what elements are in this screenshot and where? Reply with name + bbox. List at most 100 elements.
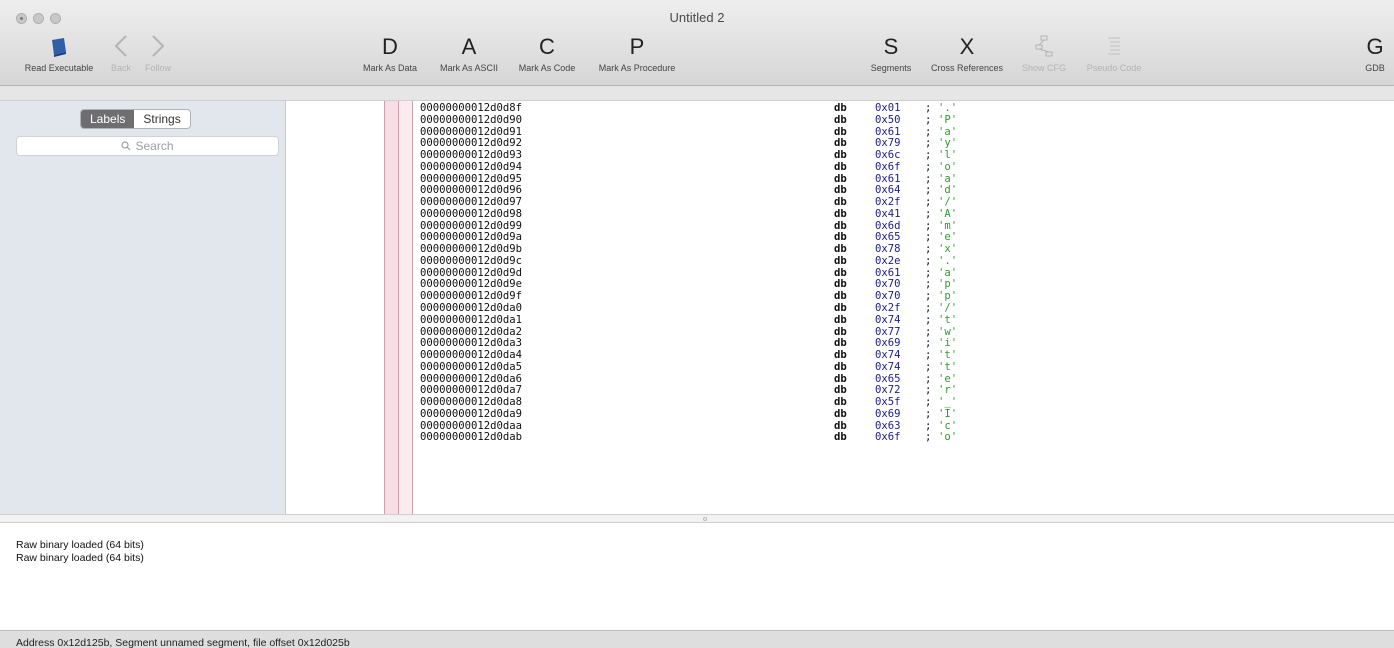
search-input[interactable]: Search — [16, 136, 279, 156]
listing-row[interactable]: 00000000012d0da4 db 0x74't'; — [420, 349, 1120, 362]
listing-row[interactable]: 00000000012d0d98 db 0x41 'A'; — [420, 207, 1120, 221]
window-toolbar: Untitled 2 Read Executable Back Follow D… — [0, 0, 1394, 86]
listing-row[interactable]: 00000000012d0d92 db 0x79'y'; — [420, 138, 1120, 150]
chevron-left-icon — [106, 34, 136, 60]
listing-value: 0x74 — [875, 313, 901, 326]
listing-directive: db — [834, 160, 847, 173]
listing-comment-separator: ; — [925, 102, 932, 114]
gdb-button[interactable]: G GDB — [1360, 34, 1390, 73]
segments-button[interactable]: S Segments — [862, 34, 920, 73]
chevron-right-icon — [139, 34, 177, 60]
listing-directive: db — [834, 407, 847, 420]
listing-row[interactable]: 00000000012d0d9d db 0x61'a'; — [420, 267, 1120, 280]
listing-row[interactable]: 00000000012d0d9c db 0x2e '.'; — [420, 254, 1120, 268]
listing-value: 0x74 — [875, 360, 901, 373]
listing-row[interactable]: 00000000012d0dab db 0x6f 'o'; — [420, 432, 1120, 444]
listing-row[interactable]: 00000000012d0da8 db 0x5f '_'; — [420, 396, 1120, 409]
back-button[interactable]: Back — [106, 34, 136, 73]
listing-comment-separator: ; — [925, 113, 932, 126]
listing-directive: db — [834, 254, 847, 267]
listing-directive: db — [834, 102, 847, 114]
listing-address: 00000000012d0d94 — [420, 160, 523, 173]
tab-strings[interactable]: Strings — [134, 110, 189, 128]
tab-labels[interactable]: Labels — [81, 110, 135, 128]
listing-row[interactable]: 00000000012d0d9b db 0x78'x'; — [420, 243, 1120, 256]
listing-row[interactable]: 00000000012d0d9f db 0x70'p'; — [420, 290, 1120, 303]
listing-comment-separator: ; — [925, 254, 932, 267]
mark-as-procedure-button[interactable]: P Mark As Procedure — [588, 34, 686, 73]
listing-comment-separator: ; — [925, 313, 932, 326]
console-line: Raw binary loaded (64 bits) — [16, 552, 144, 564]
listing-comment-separator: ; — [925, 431, 932, 444]
console-line: Raw binary loaded (64 bits) — [16, 539, 144, 551]
listing-char: 'P' — [938, 113, 958, 126]
listing-value: 0x6f — [875, 160, 901, 173]
listing-char: '.' — [938, 254, 958, 267]
listing-row[interactable]: 00000000012d0d95 db 0x61'a'; — [420, 173, 1120, 186]
listing-row[interactable]: 00000000012d0d8f db 0x01 '.'; — [420, 102, 1120, 115]
listing-address: 00000000012d0da1 — [420, 313, 523, 326]
listing-row[interactable]: 00000000012d0d90 db 0x50 'P'; — [420, 113, 1120, 127]
listing-row[interactable]: 00000000012d0da5 db 0x74 't'; — [420, 360, 1120, 374]
mark-as-data-button[interactable]: D Mark As Data — [354, 34, 426, 73]
listing-row[interactable]: 00000000012d0da6 db 0x65'e'; — [420, 373, 1120, 386]
search-icon — [121, 141, 131, 151]
procedure-icon: P — [629, 34, 645, 59]
listing-directive: db — [834, 207, 847, 220]
show-cfg-button[interactable]: Show CFG — [1016, 34, 1072, 73]
listing-comment-separator: ; — [925, 360, 932, 373]
listing-row[interactable]: 00000000012d0da7 db 0x72'r'; — [420, 385, 1120, 397]
listing-row[interactable]: 00000000012d0da9 db 0x69 'I'; — [420, 407, 1120, 421]
listing-address: 00000000012d0da5 — [420, 360, 523, 373]
cross-references-button[interactable]: X Cross References — [922, 34, 1012, 73]
window-title: Untitled 2 — [669, 10, 725, 25]
read-executable-button[interactable]: Read Executable — [14, 34, 104, 73]
listing-row[interactable]: 00000000012d0d94 db 0x6f 'o'; — [420, 160, 1120, 174]
mark-as-code-button[interactable]: C Mark As Code — [510, 34, 584, 73]
listing-row[interactable]: 00000000012d0d97 db 0x2f '/'; — [420, 196, 1120, 209]
listing-row[interactable]: 00000000012d0da3 db 0x69'i'; — [420, 338, 1120, 350]
splitter-handle-icon[interactable] — [703, 517, 707, 521]
listing-row[interactable]: 00000000012d0d93 db 0x6c'l'; — [420, 149, 1120, 162]
pseudo-code-button[interactable]: Pseudo Code — [1076, 34, 1152, 73]
listing-row[interactable]: 00000000012d0d91 db 0x61'a'; — [420, 126, 1120, 139]
code-icon: C — [539, 34, 555, 59]
console-log: Raw binary loaded (64 bits) Raw binary l… — [0, 523, 1394, 630]
listing-value: 0x6f — [875, 431, 901, 444]
gdb-icon: G — [1366, 34, 1384, 59]
status-bar: Address 0x12d125b, Segment unnamed segme… — [0, 630, 1394, 648]
listing-row[interactable]: 00000000012d0d9a db 0x65'e'; — [420, 232, 1120, 244]
listing-value: 0x50 — [875, 113, 901, 126]
listing-row[interactable]: 00000000012d0da0 db 0x2f '/'; — [420, 302, 1120, 315]
disassembly-view[interactable]: 00000000012d0d8f db 0x01 '.'; 00000000012d0d… — [287, 101, 1394, 514]
data-icon: D — [382, 34, 398, 59]
listing-row[interactable]: 00000000012d0da2 db 0x77'w'; — [420, 326, 1120, 339]
listing-address: 00000000012d0da9 — [420, 407, 523, 420]
cross-references-icon: X — [959, 34, 975, 59]
pseudo-code-icon — [1076, 34, 1152, 60]
pane-splitter[interactable] — [0, 514, 1394, 523]
listing-row[interactable]: 00000000012d0d9e db 0x70'p'; — [420, 279, 1120, 291]
listing-address: 00000000012d0dab — [420, 431, 523, 444]
listing-directive: db — [834, 313, 847, 326]
listing-char: 'A' — [938, 207, 958, 220]
sidebar: Labels Strings Search — [0, 101, 286, 514]
listing-row[interactable]: 00000000012d0da1 db 0x74 't'; — [420, 313, 1120, 327]
listing-directive: db — [834, 360, 847, 373]
listing-comment-separator: ; — [925, 407, 932, 420]
listing-char: 'o' — [938, 160, 958, 173]
listing-row[interactable]: 00000000012d0d96 db 0x64'd'; — [420, 185, 1120, 197]
gutter-column — [384, 101, 399, 514]
listing-value: 0x69 — [875, 407, 901, 420]
listing-value: 0x01 — [875, 102, 901, 114]
toolbar-divider — [0, 86, 1394, 101]
book-icon — [14, 34, 104, 60]
listing-row[interactable]: 00000000012d0daa db 0x63'c'; — [420, 420, 1120, 433]
listing-address: 00000000012d0d9c — [420, 254, 523, 267]
cfg-icon — [1016, 34, 1072, 60]
follow-button[interactable]: Follow — [139, 34, 177, 73]
mark-as-ascii-button[interactable]: A Mark As ASCII — [430, 34, 508, 73]
listing-directive: db — [834, 431, 847, 444]
listing-row[interactable]: 00000000012d0d99 db 0x6d'm'; — [420, 220, 1120, 233]
listing-char: '.' — [938, 102, 958, 114]
